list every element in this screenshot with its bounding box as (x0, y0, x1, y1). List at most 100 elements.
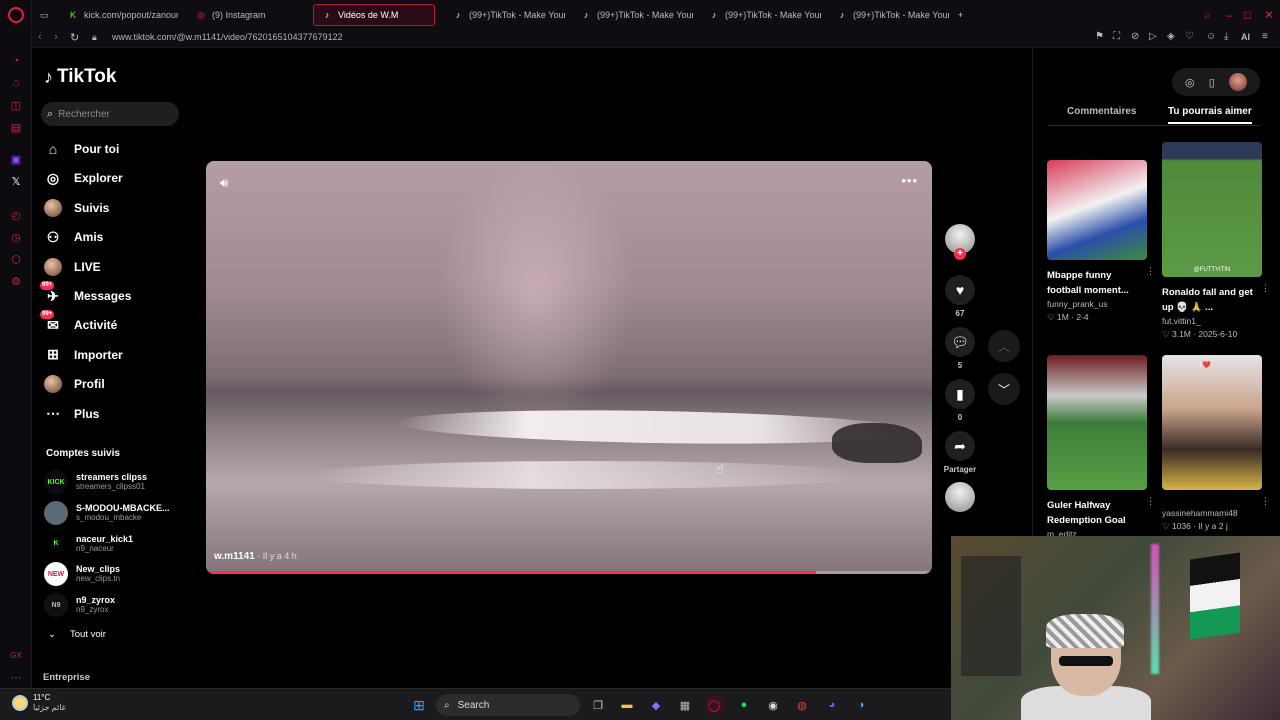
tiktok-logo[interactable]: ♪ TikTok (44, 66, 116, 88)
volume-icon[interactable]: 🔊︎ (220, 175, 228, 191)
nav-item[interactable]: ✉ 99+ Activité (40, 310, 117, 337)
creator-avatar-wrap[interactable]: + (944, 224, 976, 260)
comment-button[interactable]: 💬︎ (945, 327, 975, 357)
easy-setup-icon[interactable]: ≡ (1262, 31, 1268, 42)
followed-account[interactable]: KICK streamers clipss streamers_clipss01 (44, 469, 179, 495)
previous-video-button[interactable]: ︿ (988, 330, 1020, 362)
heart-icon[interactable]: ♡ (1185, 31, 1194, 42)
footer-link-entreprise[interactable]: Entreprise (43, 672, 90, 683)
tab-tu-pourrais-aimer[interactable]: Tu pourrais aimer (1168, 106, 1252, 124)
nav-item[interactable]: Profil (44, 372, 105, 396)
more-options-icon[interactable]: ⋯ (9, 670, 23, 684)
video-thumbnail[interactable]: I❤️ (1162, 355, 1262, 490)
see-all-button[interactable]: ⌄ Tout voir (48, 629, 106, 640)
url-field[interactable]: www.tiktok.com/@w.m1141/video/7620165104… (112, 32, 343, 42)
nav-item[interactable]: ◎ Explorer (44, 166, 123, 190)
browser-tab[interactable]: ♪ Vidéos de W.M (313, 4, 435, 26)
browser-tab[interactable]: ♪ (99+)TikTok - Make Your (445, 4, 565, 26)
browser-tab[interactable]: Kkick.com/popout/zanouni/ (60, 4, 178, 26)
bookmark-page-icon[interactable]: ⚑ (1095, 31, 1104, 42)
card-author[interactable]: funny_prank_us (1047, 299, 1147, 309)
recommended-video-card[interactable]: ⋮ Mbappe funny football moment... funny_pr… (1047, 160, 1155, 323)
card-author[interactable]: yassinehammami48 (1162, 508, 1262, 518)
phone-icon[interactable]: ▯ (1209, 76, 1215, 89)
browser-tab[interactable]: ♪ (99+)TikTok - Make Your (701, 4, 821, 26)
opera-gx-logo-icon[interactable] (8, 7, 24, 23)
weather-widget[interactable]: 11°C غائم جزئيا (12, 693, 66, 713)
gx-player-icon[interactable]: ▤ (9, 120, 23, 134)
back-icon[interactable]: ‹ (38, 31, 42, 43)
followed-account[interactable]: S-MODOU-MBACKE... s_modou_mbacke (44, 500, 179, 526)
windows-start-icon[interactable]: ⊞ (410, 696, 428, 714)
video-thumbnail[interactable]: @FUTTYITIN (1162, 142, 1262, 277)
gx-control-icon[interactable]: ◔ (9, 54, 23, 68)
followed-account[interactable]: N9 n9_zyrox n9_zyrox (44, 592, 179, 618)
close-window-icon[interactable]: ✕ (1264, 8, 1274, 22)
followed-account[interactable]: NEW New_clips new_clips.tn (44, 561, 179, 587)
nav-item[interactable]: Suivis (44, 196, 109, 220)
gx-corner-icon[interactable]: ◫ (9, 98, 23, 112)
followed-account[interactable]: Knaceur_kick1 n9_naceur (44, 531, 179, 557)
twitch-icon[interactable]: ▣ (9, 152, 23, 166)
taskbar-search[interactable]: ⌕ Search (436, 694, 580, 716)
account-icon[interactable]: ☺ (1206, 31, 1216, 42)
card-more-icon[interactable]: ⋮ (1146, 266, 1155, 277)
card-more-icon[interactable]: ⋮ (1146, 496, 1155, 507)
new-tab-button[interactable]: + (950, 4, 966, 26)
wallet-icon[interactable]: ◈ (1167, 31, 1175, 42)
card-more-icon[interactable]: ⋮ (1261, 283, 1270, 294)
search-input[interactable]: ⌕ Rechercher (41, 102, 179, 126)
like-button[interactable]: ♥ (945, 275, 975, 305)
clock-icon[interactable]: ◷ (9, 230, 23, 244)
reload-icon[interactable]: ↻ (70, 31, 79, 44)
nav-item[interactable]: ⋯ Plus (44, 402, 99, 426)
sound-avatar[interactable] (945, 482, 975, 512)
chrome-icon[interactable]: ◑ (852, 696, 870, 714)
browser-tab[interactable]: ♪ (99+)TikTok - Make Your (573, 4, 693, 26)
card-title[interactable]: Mbappe funny football moment... (1047, 268, 1147, 298)
recommended-video-card[interactable]: I❤️ ⋮ yassinehammami48 ♡ 1036 · Il y a 2 j (1162, 355, 1270, 532)
discord-icon[interactable]: ◕ (823, 696, 841, 714)
browser-tab[interactable]: ◎ (9) Instagram (188, 4, 303, 26)
opera-gx-taskbar-icon[interactable]: ◯ (705, 696, 723, 714)
history-icon[interactable]: ◴ (9, 208, 23, 222)
video-player[interactable]: 🔊︎ ••• w.m1141 · Il y a 4 h (206, 161, 932, 574)
player-icon[interactable]: ▷ (1149, 31, 1157, 42)
browser-tab[interactable]: ♪ (99+)TikTok - Make Your (829, 4, 949, 26)
red-app-icon[interactable]: ◍ (793, 696, 811, 714)
search-tabs-icon[interactable]: ⌕ (1204, 8, 1211, 23)
video-thumbnail[interactable] (1047, 355, 1147, 490)
nav-item[interactable]: LIVE (44, 255, 101, 279)
adblock-icon[interactable]: ⊘ (1131, 31, 1139, 42)
video-thumbnail[interactable] (1047, 160, 1147, 260)
nav-item[interactable]: ⊞ Importer (44, 343, 123, 367)
follow-plus-icon[interactable]: + (954, 248, 966, 260)
recommended-video-card[interactable]: ⋮ Guler Halfway Redemption Goal m_editz (1047, 355, 1155, 539)
x-twitter-icon[interactable]: 𝕏 (9, 174, 23, 188)
file-explorer-icon[interactable]: ▬ (618, 696, 636, 714)
task-view-icon[interactable]: ❐ (589, 696, 607, 714)
nav-item[interactable]: ⚇ Amis (44, 225, 104, 249)
gx-store-icon[interactable]: ⌂ (9, 76, 23, 90)
card-title[interactable]: Ronaldo fall and get up 💀 🙏 ... (1162, 285, 1262, 315)
nav-item[interactable]: ⌂ Pour toi (44, 137, 120, 161)
video-progress-bar[interactable] (206, 571, 932, 574)
save-button[interactable]: ▮ (945, 379, 975, 409)
copilot-icon[interactable]: ◆ (647, 696, 665, 714)
nav-item[interactable]: ✈ 99+ Messages (40, 281, 131, 308)
recommended-video-card[interactable]: @FUTTYITIN ⋮ Ronaldo fall and get up 💀 🙏 .… (1162, 142, 1270, 340)
obs-icon[interactable]: ◉ (764, 696, 782, 714)
tab-menu-icon[interactable]: ▭ (32, 4, 52, 26)
maximize-icon[interactable]: □ (1244, 8, 1251, 22)
snapshot-icon[interactable]: ⛶ (1113, 31, 1120, 42)
ai-button[interactable]: AI (1241, 32, 1250, 42)
tab-commentaires[interactable]: Commentaires (1067, 106, 1136, 117)
card-more-icon[interactable]: ⋮ (1261, 496, 1270, 507)
forward-icon[interactable]: › (54, 31, 58, 43)
spotify-icon[interactable]: ● (735, 696, 753, 714)
share-button[interactable]: ➦ (945, 431, 975, 461)
store-icon[interactable]: ▦ (676, 696, 694, 714)
user-avatar[interactable] (1228, 73, 1247, 91)
minimize-icon[interactable]: – (1226, 8, 1233, 22)
settings-icon[interactable]: ⚙ (9, 274, 23, 288)
